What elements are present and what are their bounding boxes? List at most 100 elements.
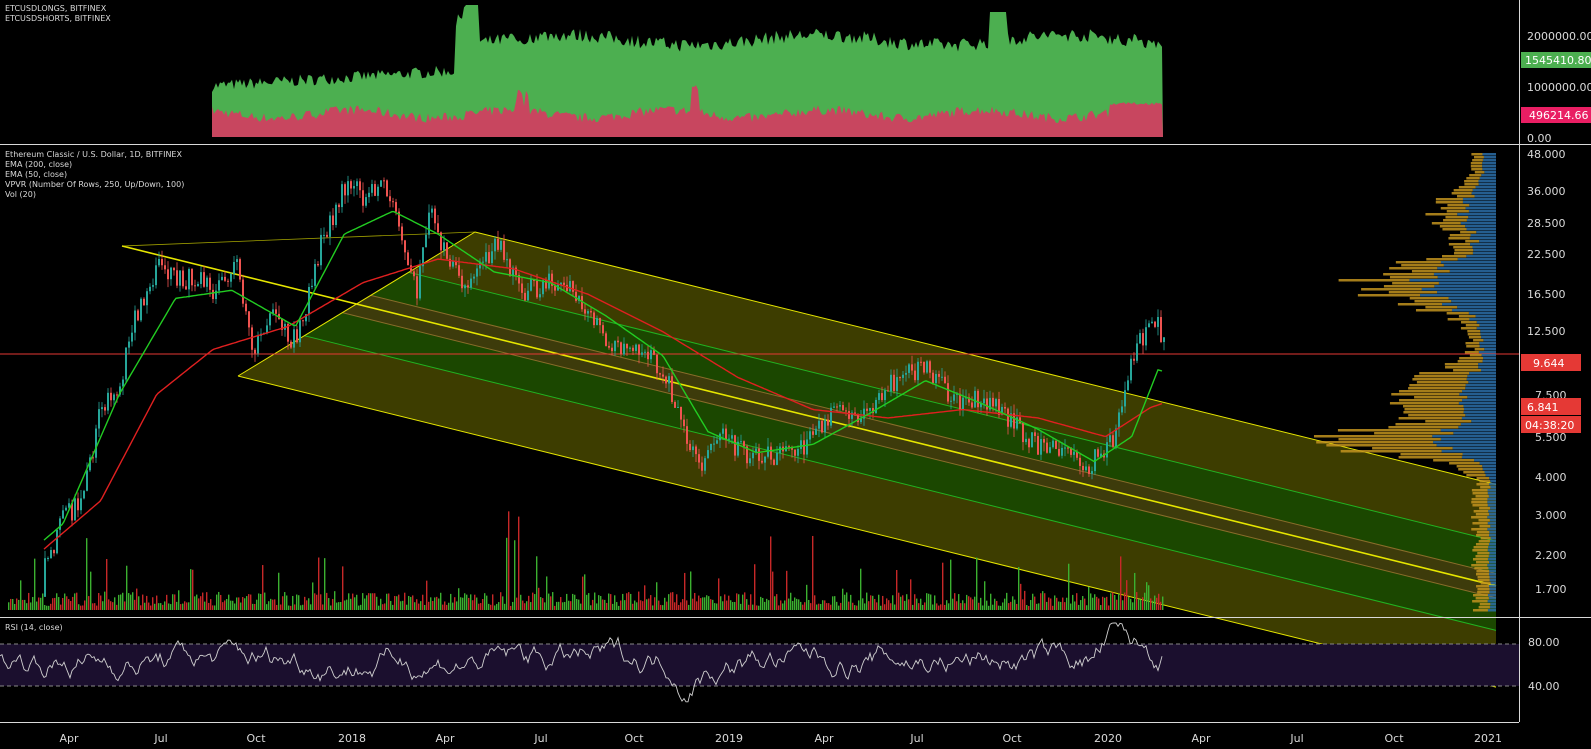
volume-profile-row-up [1477, 576, 1490, 579]
candle-body [566, 284, 568, 292]
volume-bar [498, 602, 500, 610]
volume-profile-row-down [1490, 603, 1496, 606]
volume-bar [190, 569, 192, 610]
volume-bar [684, 572, 686, 610]
x-label-2018: 2018 [338, 732, 366, 745]
volume-bar [242, 597, 244, 610]
volume-bar [522, 600, 524, 610]
volume-bar [372, 593, 374, 610]
volume-bar [104, 591, 106, 610]
volume-profile-row-up [1435, 198, 1463, 201]
volume-bar [994, 598, 996, 610]
volume-bar [240, 602, 242, 610]
volume-profile-row-down [1484, 471, 1496, 474]
candle-body [1160, 317, 1162, 343]
chart-svg[interactable]: ETCUSDLONGS, BITFINEX ETCUSDSHORTS, BITF… [0, 0, 1591, 749]
volume-bar [832, 596, 834, 610]
volume-profile-row-up [1357, 294, 1421, 297]
volume-bar [144, 602, 146, 610]
candle-body [536, 280, 538, 298]
volume-profile-row-up [1460, 231, 1477, 234]
candle-body [203, 272, 205, 287]
volume-bar [946, 600, 948, 610]
volume-profile-row-up [1461, 321, 1477, 324]
volume-bar [8, 602, 10, 610]
volume-profile-row-up [1471, 516, 1488, 519]
volume-bar [272, 599, 274, 610]
volume-bar [60, 604, 62, 610]
candle-body [314, 264, 316, 286]
candle-body [395, 202, 397, 212]
volume-bar [650, 595, 652, 610]
candle-body [725, 428, 727, 440]
volume-bar [374, 593, 376, 610]
volume-bar [494, 605, 496, 610]
volume-bar [934, 595, 936, 610]
volume-profile-row-down [1483, 156, 1496, 159]
candle-body [953, 394, 955, 401]
volume-profile-row-up [1337, 429, 1441, 432]
volume-bar [544, 602, 546, 610]
volume-bar [748, 604, 750, 610]
volume-bar [1130, 598, 1132, 610]
volume-bar [362, 593, 364, 610]
candle-body [80, 498, 82, 511]
volume-bar [800, 601, 802, 610]
volume-profile-row-down [1474, 195, 1496, 198]
volume-bar [430, 597, 432, 610]
volume-bar [74, 593, 76, 610]
candle-body [992, 397, 994, 407]
volume-bar [1136, 592, 1138, 610]
volume-bar [744, 592, 746, 610]
volume-profile-row-down [1460, 423, 1496, 426]
volume-bar [876, 602, 878, 610]
volume-profile-row-down [1489, 483, 1496, 486]
price-tick-22-5: 22.500 [1527, 248, 1566, 261]
volume-bar [958, 594, 960, 610]
candle-body [707, 450, 709, 459]
volume-profile-row-down [1461, 417, 1496, 420]
volume-bar [1026, 605, 1028, 610]
volume-profile-row-down [1433, 441, 1496, 444]
candle-body [977, 390, 979, 408]
candle-body [290, 341, 292, 348]
candle-body [902, 374, 904, 378]
candle-body [1022, 422, 1024, 443]
volume-profile-row-down [1487, 528, 1496, 531]
volume-bar [768, 600, 770, 610]
candle-body [1121, 406, 1123, 413]
candle-body [434, 208, 436, 224]
candle-body [56, 529, 58, 554]
volume-bar [166, 594, 168, 610]
volume-bar [452, 602, 454, 610]
volume-profile-row-down [1451, 300, 1496, 303]
volume-profile-row-up [1400, 453, 1463, 456]
volume-bar [34, 558, 36, 610]
candle-body [743, 441, 745, 447]
volume-profile-row-down [1479, 177, 1496, 180]
candle-body [254, 349, 256, 354]
candle-body [374, 184, 376, 196]
candle-body [320, 234, 322, 266]
candle-body [368, 192, 370, 198]
candle-body [716, 440, 718, 444]
volume-profile-row-up [1473, 594, 1488, 597]
volume-bar [1158, 593, 1160, 610]
volume-bar [970, 597, 972, 610]
candle-body [413, 271, 415, 277]
candle-body [86, 470, 88, 491]
volume-profile-row-down [1487, 600, 1496, 603]
volume-bar [820, 604, 822, 610]
volume-bar [698, 595, 700, 610]
volume-bar [1084, 598, 1086, 610]
candle-body [908, 364, 910, 373]
candle-body [986, 398, 988, 410]
candle-body [152, 285, 154, 287]
volume-bar [870, 595, 872, 610]
volume-bar [628, 592, 630, 610]
candle-body [569, 281, 571, 292]
volume-bar [456, 601, 458, 610]
volume-bar [316, 594, 318, 610]
volume-bar [206, 592, 208, 610]
volume-bar [490, 604, 492, 610]
